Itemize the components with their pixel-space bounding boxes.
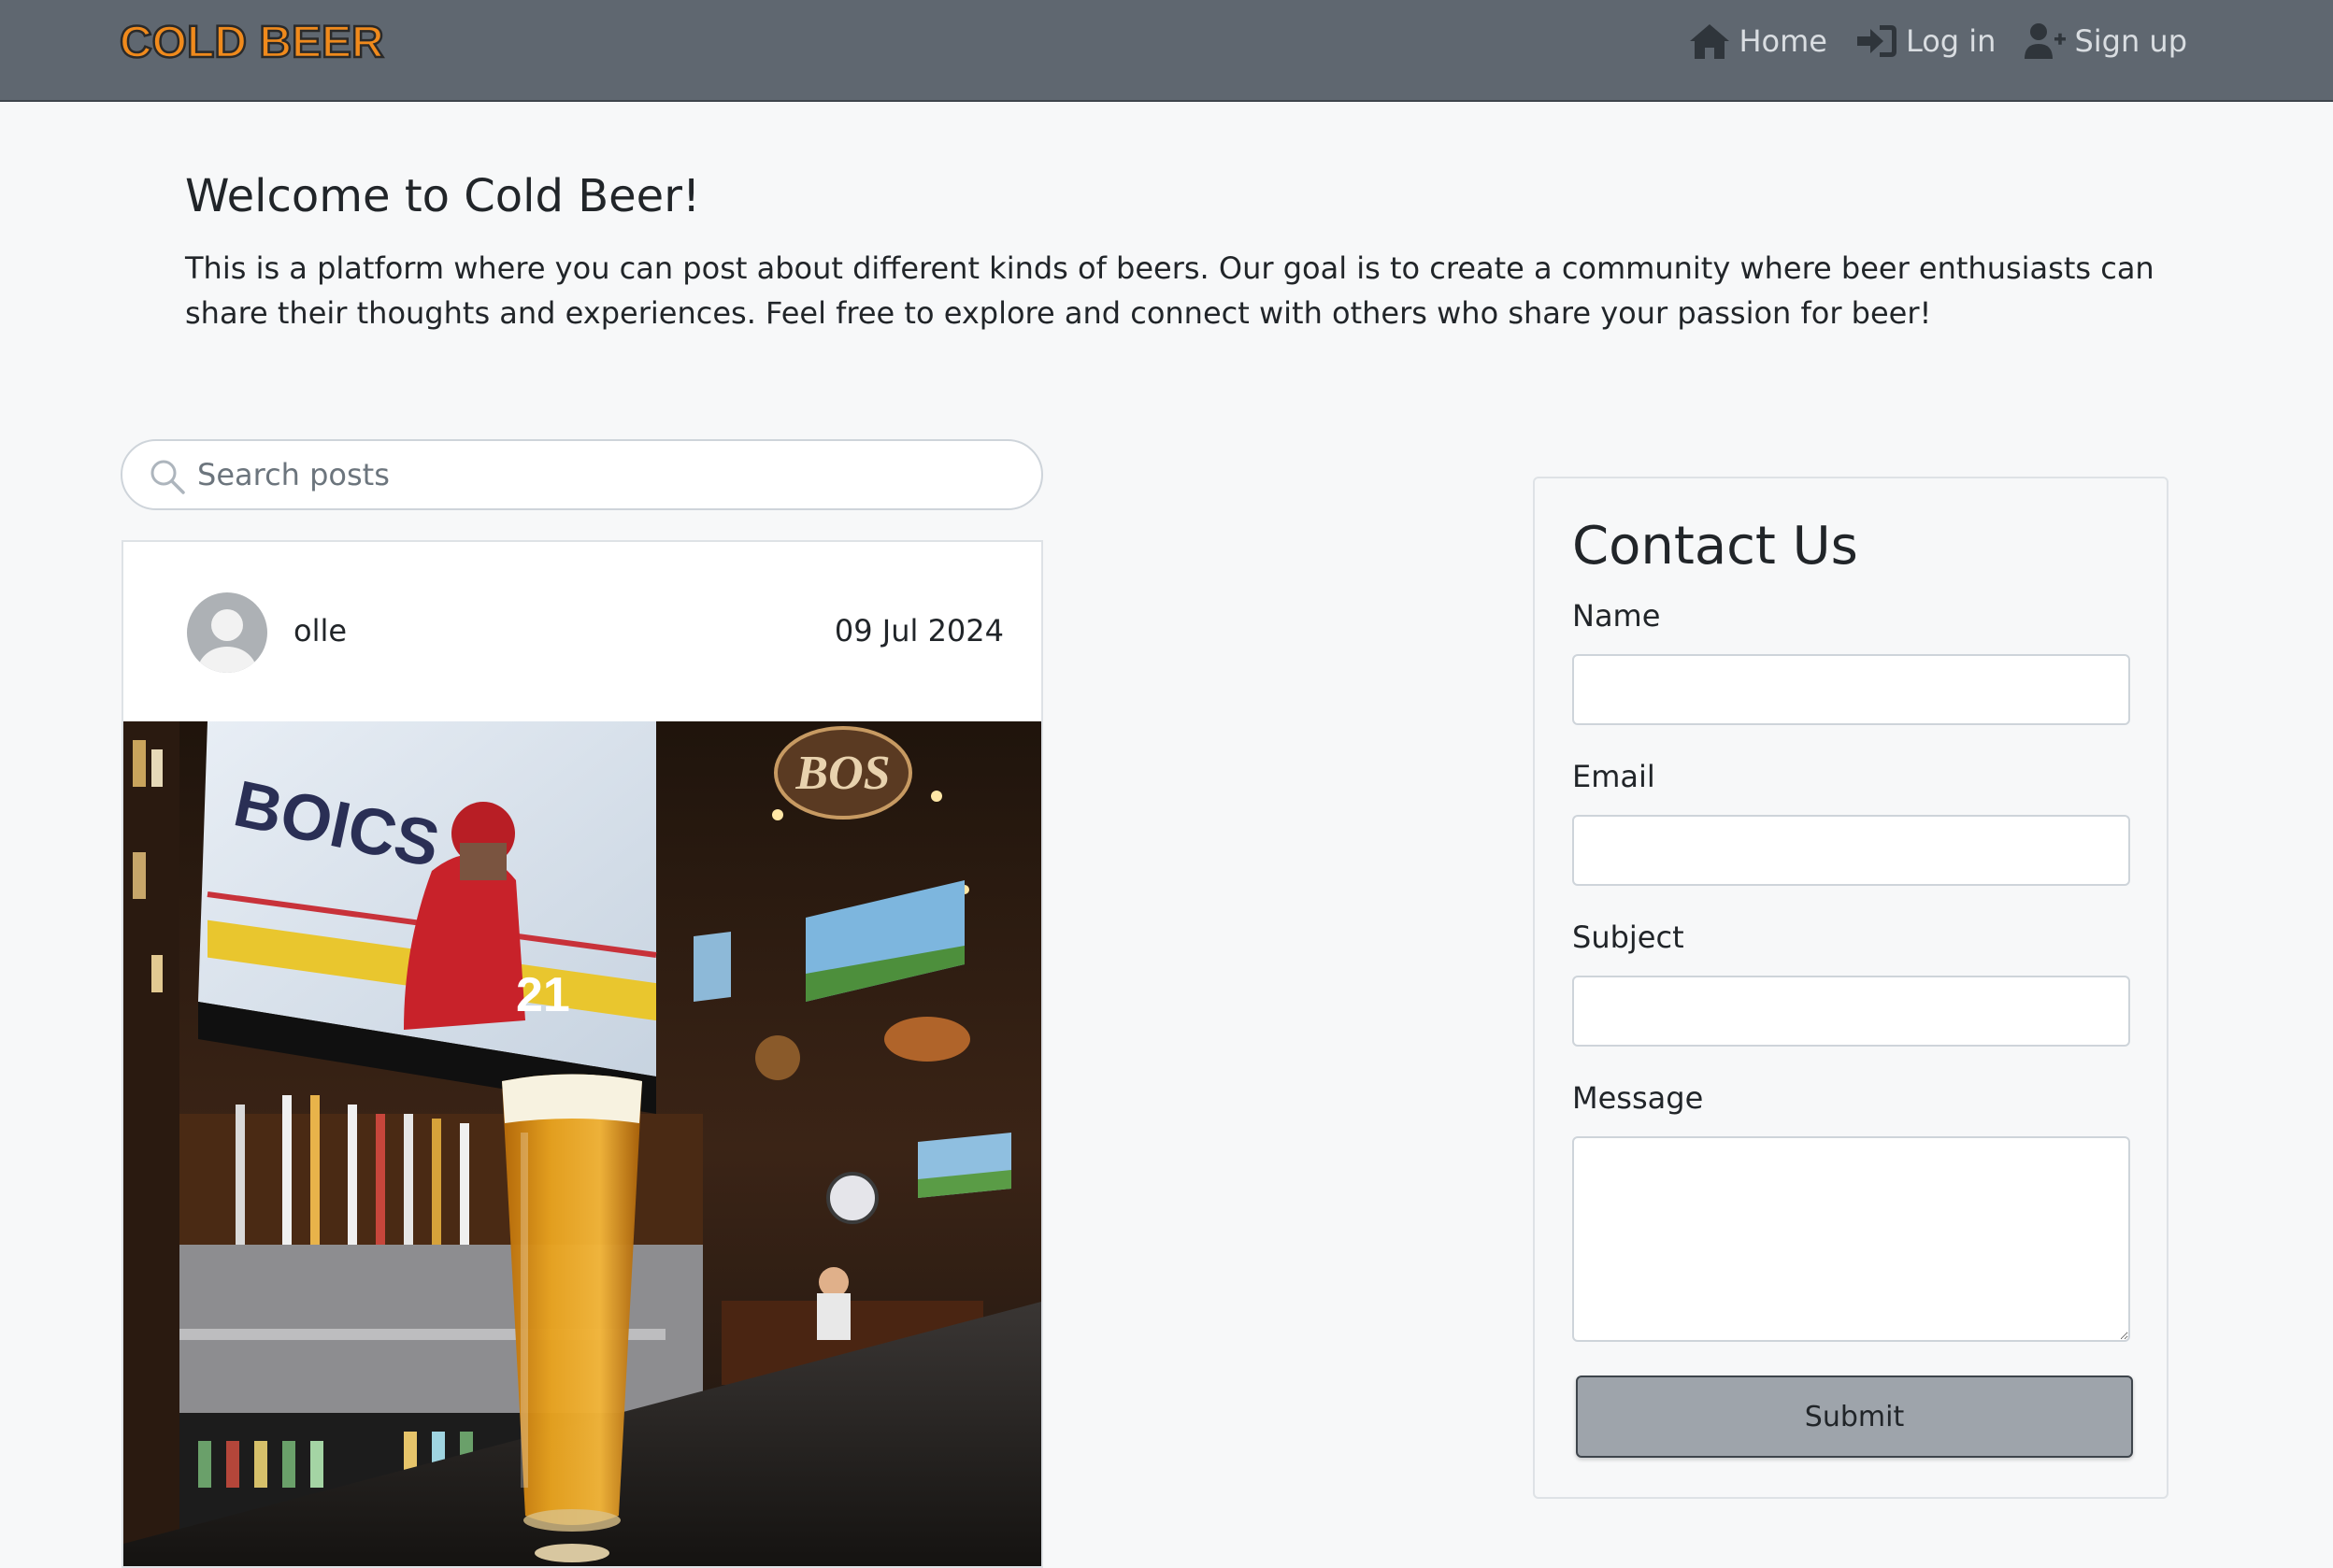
email-field[interactable] xyxy=(1572,815,2130,886)
post-date: 09 Jul 2024 xyxy=(834,613,1004,649)
avatar-body xyxy=(198,647,256,673)
contact-form: Contact Us Name Email Subject Message Su… xyxy=(1533,477,2168,1499)
subject-label: Subject xyxy=(1572,919,1684,955)
avatar[interactable] xyxy=(187,592,267,673)
post-card[interactable]: olle 09 Jul 2024 BOS BOICS 21 xyxy=(122,540,1043,1568)
svg-text:BOS: BOS xyxy=(794,747,890,800)
subject-field[interactable] xyxy=(1572,976,2130,1047)
user-plus-icon xyxy=(2025,23,2067,59)
search-icon xyxy=(150,460,185,494)
search-input[interactable] xyxy=(197,450,1020,499)
avatar-head xyxy=(211,609,243,641)
nav-links: Home Log in Sign up xyxy=(1688,21,2187,62)
message-field[interactable] xyxy=(1572,1136,2130,1342)
navbar: COLD BEER Home Log in Sign up xyxy=(0,0,2333,102)
contact-title: Contact Us xyxy=(1572,516,1858,577)
nav-home-link[interactable]: Home xyxy=(1688,21,1827,61)
nav-login-label: Log in xyxy=(1905,23,1997,59)
post-image[interactable]: BOS BOICS 21 xyxy=(123,721,1043,1568)
nav-home-label: Home xyxy=(1739,23,1827,59)
nav-login-link[interactable]: Log in xyxy=(1855,21,1997,61)
search-bar[interactable] xyxy=(121,439,1043,510)
submit-button[interactable]: Submit xyxy=(1576,1376,2133,1458)
svg-text:21: 21 xyxy=(516,968,570,1022)
email-label: Email xyxy=(1572,759,1655,794)
nav-signup-link[interactable]: Sign up xyxy=(2024,21,2187,61)
home-icon xyxy=(1690,24,1730,59)
sign-in-icon xyxy=(1856,25,1896,57)
name-field[interactable] xyxy=(1572,654,2130,725)
brand-logo[interactable]: COLD BEER xyxy=(119,17,385,69)
name-label: Name xyxy=(1572,598,1661,634)
nav-signup-label: Sign up xyxy=(2074,23,2187,59)
message-label: Message xyxy=(1572,1080,1704,1116)
post-author[interactable]: olle xyxy=(293,613,347,649)
welcome-description: This is a platform where you can post ab… xyxy=(185,250,2154,331)
welcome-title: Welcome to Cold Beer! xyxy=(185,170,701,222)
